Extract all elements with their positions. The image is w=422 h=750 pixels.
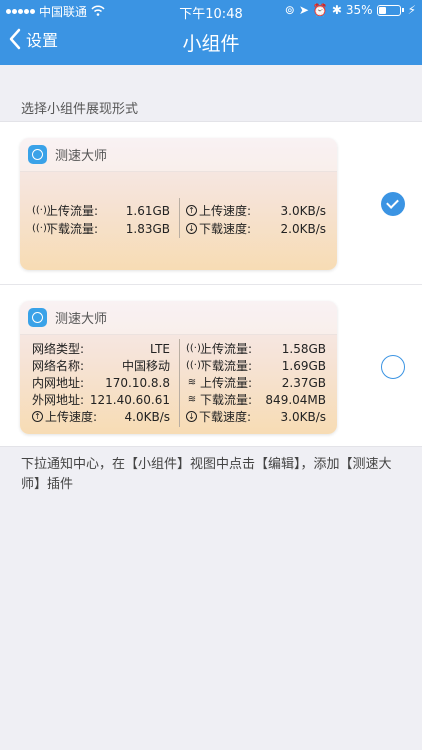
bluetooth-icon: ✱ (331, 3, 342, 17)
stat-row: 网络名称: 中国移动 (32, 359, 170, 373)
location-icon: ➤ (298, 3, 309, 17)
download-circle-icon: ↓ (186, 223, 197, 234)
antenna-icon: ((·)) (186, 343, 205, 354)
radio-compact-selected[interactable] (381, 192, 405, 216)
speedometer-app-icon (28, 308, 47, 327)
stat-row: ↓ 下载速度: 2.0KB/s (186, 220, 326, 237)
navigation-bar: 中国联通 下午10:48 ⊚ ➤ ⏰ ✱ 35% ⚡ 设置 小组件 (0, 0, 422, 65)
widget-options-panel: 测速大师 ((·)) 上传流量: 1.61GB ((·)) 下载流量: 1.83GB… (0, 121, 422, 447)
stat-row: ≋ 上传流量: 2.37GB (187, 375, 326, 391)
stat-row: ((·)) 下载流量: 1.69GB (186, 358, 326, 374)
widget-preview-detailed[interactable]: 测速大师 网络类型: LTE 网络名称: 中国移动 内网地址: 170.10.8… (20, 301, 337, 434)
column-divider (179, 339, 180, 427)
stat-row: ↑ 上传速度: 4.0KB/s (32, 408, 170, 425)
wifi-icon: ≋ (187, 377, 197, 388)
charging-icon: ⚡ (407, 3, 416, 17)
upload-circle-icon: ↑ (32, 411, 43, 422)
stat-row: ((·)) 上传流量: 1.58GB (186, 341, 326, 357)
status-bar: 中国联通 下午10:48 ⊚ ➤ ⏰ ✱ 35% ⚡ (0, 0, 422, 22)
widget-app-name: 测速大师 (55, 312, 108, 327)
stat-row: ↓ 下载速度: 3.0KB/s (186, 408, 326, 425)
stat-row: ((·)) 下载流量: 1.83GB (32, 221, 170, 237)
section-label: 选择小组件展现形式 (21, 102, 139, 117)
lock-rotation-icon: ⊚ (284, 3, 295, 17)
widget-app-name: 测速大师 (55, 149, 108, 164)
instruction-text: 下拉通知中心，在【小组件】视图中点击【编辑】，添加【测速大师】插件 (21, 457, 392, 492)
option-divider (0, 284, 422, 285)
column-divider (179, 198, 180, 238)
alarm-icon: ⏰ (312, 3, 328, 17)
stat-row: ≋ 下载流量: 849.04MB (187, 392, 326, 408)
wifi-icon: ≋ (187, 394, 197, 405)
stat-row: ((·)) 上传流量: 1.61GB (32, 203, 170, 219)
stat-row: 内网地址: 170.10.8.8 (32, 375, 170, 391)
download-circle-icon: ↓ (186, 411, 197, 422)
battery-percent: 35% (345, 3, 373, 17)
upload-circle-icon: ↑ (186, 205, 197, 216)
speedometer-app-icon (28, 145, 47, 164)
widget-preview-compact[interactable]: 测速大师 ((·)) 上传流量: 1.61GB ((·)) 下载流量: 1.83GB… (20, 138, 337, 270)
antenna-icon: ((·)) (32, 205, 51, 216)
battery-icon (376, 4, 401, 16)
antenna-icon: ((·)) (32, 223, 51, 234)
stat-row: 外网地址: 121.40.60.61 (32, 392, 170, 408)
antenna-icon: ((·)) (186, 360, 205, 371)
page-title: 小组件 (182, 33, 240, 55)
battery-cap (401, 8, 404, 12)
stat-row: 网络类型: LTE (32, 341, 170, 357)
stat-row: ↑ 上传速度: 3.0KB/s (186, 202, 326, 219)
radio-detailed-unselected[interactable] (381, 355, 405, 379)
